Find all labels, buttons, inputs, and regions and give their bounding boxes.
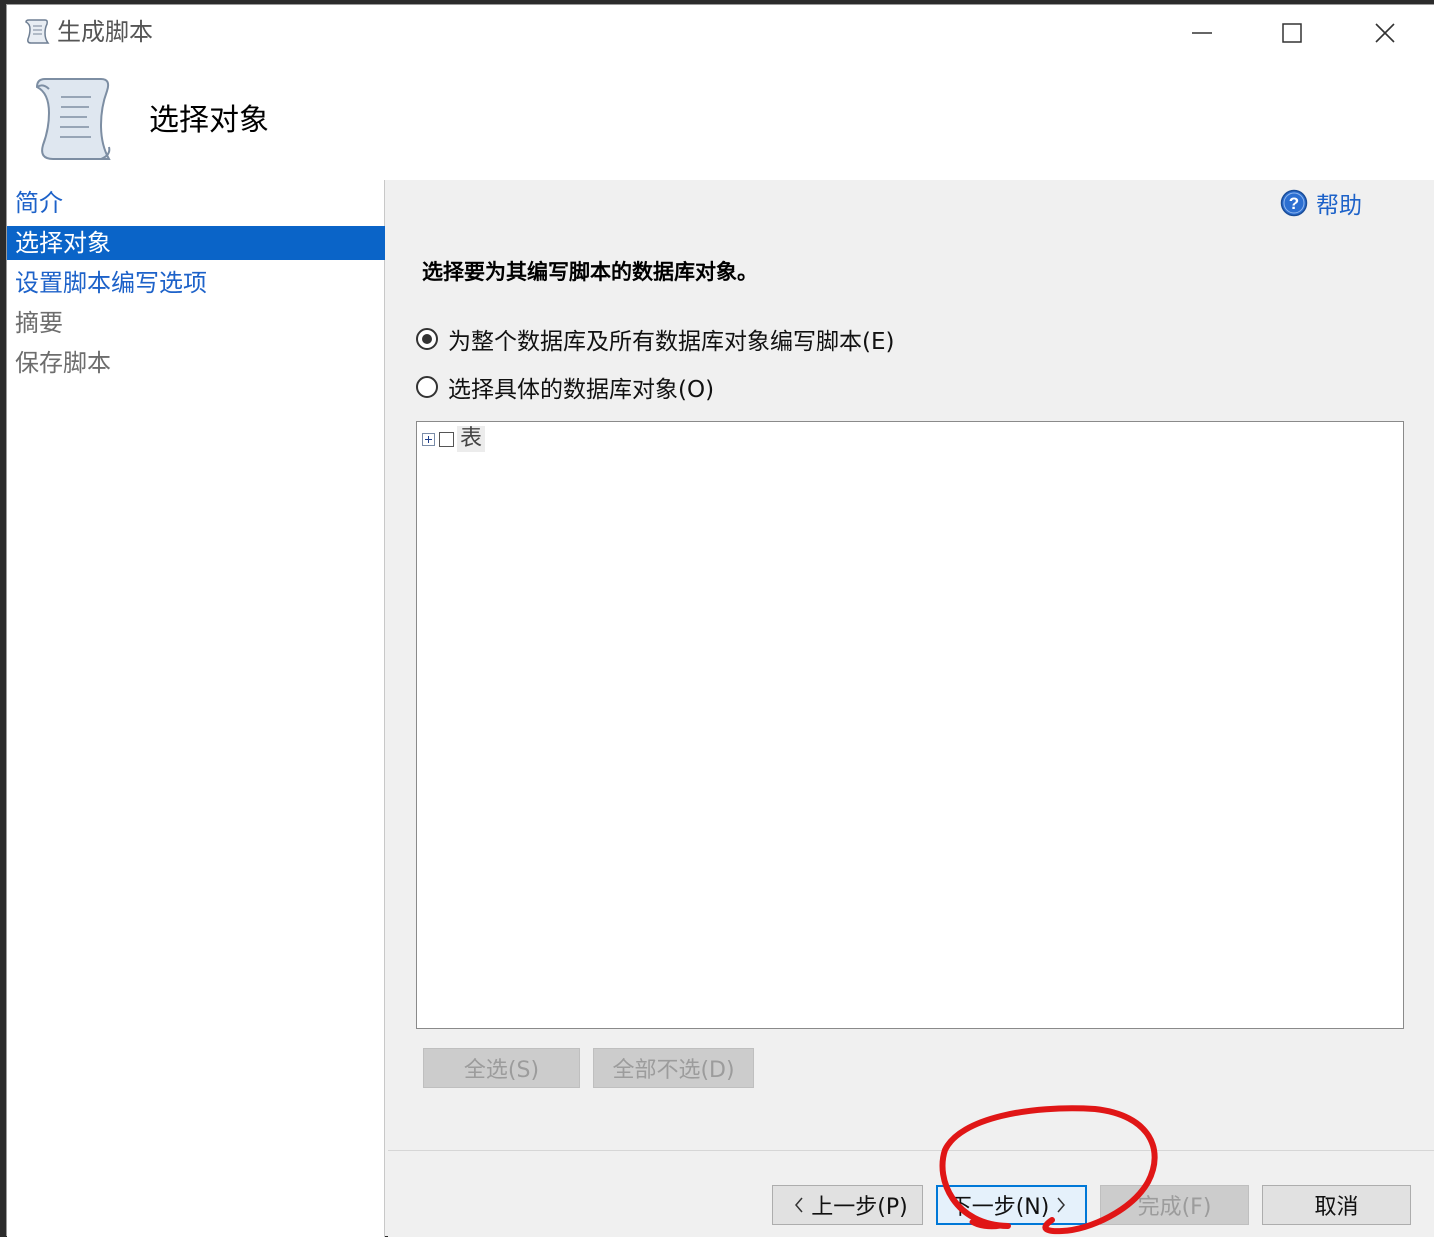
maximize-button[interactable]: [1252, 11, 1332, 55]
expand-plus-icon[interactable]: [422, 432, 435, 446]
close-button[interactable]: [1345, 11, 1425, 55]
tree-checkbox[interactable]: [439, 431, 454, 447]
previous-button[interactable]: 上一步(P): [772, 1185, 923, 1225]
main-panel: ? 帮助 选择要为其编写脚本的数据库对象。 为整个数据库及所有数据库对象编写脚本…: [388, 180, 1434, 1150]
cancel-button[interactable]: 取消: [1262, 1185, 1411, 1225]
script-scroll-icon: [35, 78, 111, 160]
close-icon: [1375, 23, 1395, 43]
radio-button[interactable]: [416, 376, 438, 398]
radio-label: 为整个数据库及所有数据库对象编写脚本(E): [448, 329, 895, 355]
nav-item-summary: 摘要: [15, 309, 63, 337]
object-tree[interactable]: 表: [416, 421, 1404, 1029]
radio-entire-database[interactable]: 为整个数据库及所有数据库对象编写脚本(E): [416, 322, 894, 356]
page-header: 选择对象: [7, 59, 1434, 180]
next-button[interactable]: 下一步(N): [936, 1185, 1087, 1225]
minimize-button[interactable]: [1162, 11, 1242, 55]
help-label: 帮助: [1316, 193, 1362, 219]
finish-button: 完成(F): [1100, 1185, 1249, 1225]
radio-specific-objects[interactable]: 选择具体的数据库对象(O): [416, 370, 714, 404]
wizard-footer: 上一步(P) 下一步(N) 完成(F) 取消: [388, 1150, 1434, 1237]
chevron-left-icon: [795, 1197, 803, 1213]
generate-scripts-window: 生成脚本 选择对象 简介 选择对象 设置脚本编写选项 摘要 保存脚本 ? 帮助 …: [6, 4, 1434, 1237]
nav-item-scripting-options[interactable]: 设置脚本编写选项: [7, 266, 385, 300]
radio-label: 选择具体的数据库对象(O): [448, 377, 715, 403]
title-bar: 生成脚本: [7, 5, 1434, 59]
tree-node-tables: 表: [422, 426, 486, 452]
nav-item-choose-objects[interactable]: 选择对象: [7, 226, 385, 260]
chevron-right-icon: [1057, 1197, 1066, 1213]
next-label: 下一步(N): [949, 1195, 1050, 1220]
svg-text:?: ?: [1289, 194, 1299, 213]
radio-button-selected[interactable]: [416, 328, 438, 350]
deselect-all-button: 全部不选(D): [593, 1048, 754, 1088]
nav-item-save-scripts: 保存脚本: [15, 349, 111, 377]
window-title: 生成脚本: [57, 18, 153, 46]
maximize-icon: [1282, 23, 1302, 43]
minimize-icon: [1192, 32, 1212, 34]
help-link[interactable]: ? 帮助: [1280, 186, 1362, 220]
page-title: 选择对象: [149, 103, 269, 138]
previous-label: 上一步(P): [811, 1195, 908, 1220]
tree-node-label[interactable]: 表: [457, 426, 486, 452]
help-icon: ?: [1280, 189, 1308, 217]
select-all-button: 全选(S): [423, 1048, 580, 1088]
instruction-text: 选择要为其编写脚本的数据库对象。: [422, 260, 758, 284]
wizard-nav: 简介 选择对象 设置脚本编写选项 摘要 保存脚本: [7, 180, 385, 1237]
script-icon: [25, 19, 50, 44]
nav-item-intro[interactable]: 简介: [7, 186, 385, 220]
